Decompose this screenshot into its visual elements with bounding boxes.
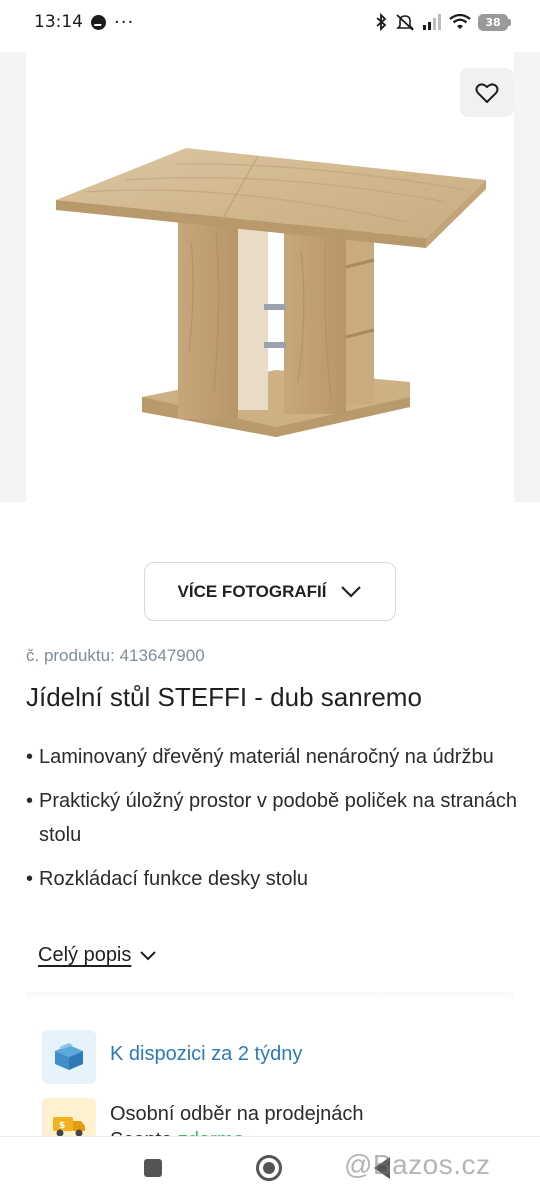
system-navigation-bar: @Bazos.cz [0,1136,540,1200]
status-bar: 13:14 ··· 38 [0,0,540,44]
battery-icon: 38 [478,13,511,31]
svg-text:$: $ [59,1121,65,1131]
more-dots-icon: ··· [114,11,135,33]
recents-square-icon[interactable] [144,1159,162,1177]
status-left: 13:14 ··· [34,12,134,33]
favorite-button[interactable] [460,68,514,117]
section-divider [26,992,514,1000]
full-description-link[interactable]: Celý popis [38,944,157,967]
chevron-down-icon [140,950,157,960]
messenger-icon [91,14,106,30]
feature-item: Laminovaný dřevěný materiál nenáročný na… [26,740,520,774]
pickup-line-1: Osobní odběr na prodejnách [110,1103,364,1125]
home-circle-icon[interactable] [256,1155,282,1181]
product-title: Jídelní stůl STEFFI - dub sanremo [26,682,422,712]
bluetooth-icon [376,13,387,31]
chevron-down-icon [341,585,362,598]
gallery-prev-peek [0,52,26,502]
dining-table-image [56,148,486,437]
product-number-label: č. produktu: [26,646,115,665]
full-description-label: Celý popis [38,944,132,966]
status-right: 38 [374,13,511,31]
watermark: @Bazos.cz [344,1149,491,1180]
status-time: 13:14 [34,12,83,32]
product-number-value: 413647900 [119,646,205,665]
mute-icon [396,14,414,31]
heart-outline-icon [475,83,499,103]
availability-row: K dispozici za 2 týdny [42,1030,302,1084]
product-image-gallery[interactable] [26,52,514,542]
gallery-next-peek [514,52,540,502]
signal-icon [423,14,441,30]
box-icon [42,1030,96,1084]
more-photos-button[interactable]: VÍCE FOTOGRAFIÍ [144,562,396,621]
product-number: č. produktu: 413647900 [26,646,205,666]
feature-item: Praktický úložný prostor v podobě poliče… [26,784,520,852]
more-photos-label: VÍCE FOTOGRAFIÍ [177,581,327,601]
wifi-icon [449,14,471,29]
feature-list: Laminovaný dřevěný materiál nenáročný na… [26,740,520,906]
feature-item: Rozkládací funkce desky stolu [26,862,520,896]
availability-text: K dispozici za 2 týdny [110,1043,303,1065]
